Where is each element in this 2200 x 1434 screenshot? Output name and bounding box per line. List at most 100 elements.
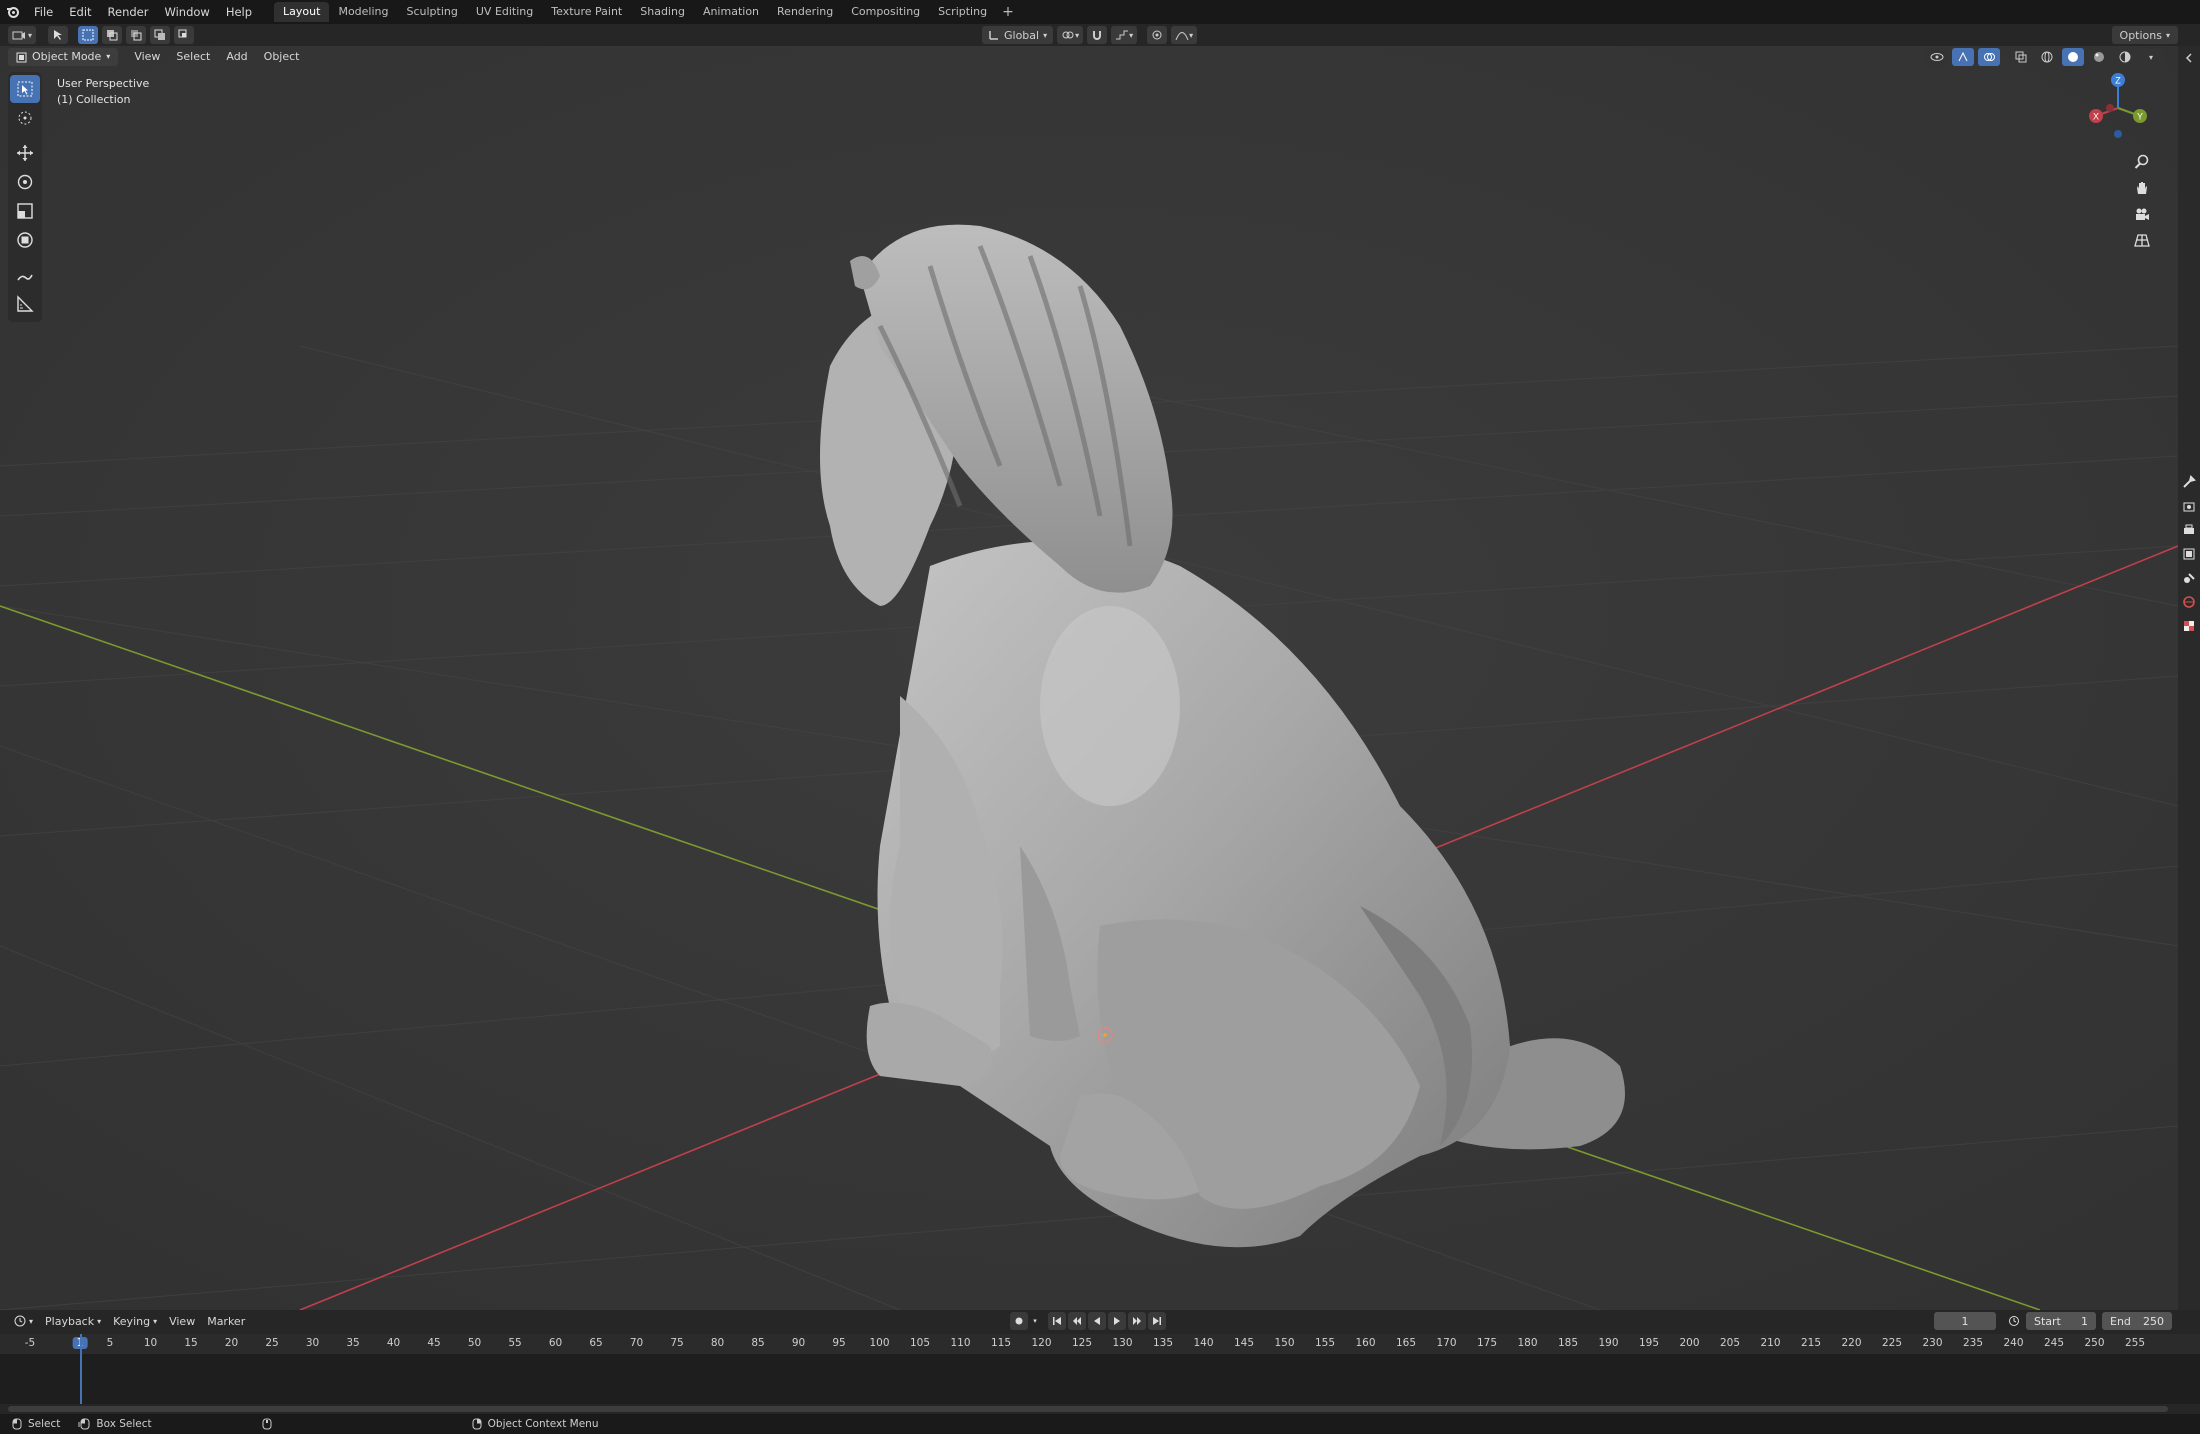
- menu-file[interactable]: File: [26, 0, 61, 24]
- proportional-edit-toggle[interactable]: [1147, 26, 1168, 44]
- xray-icon: [2015, 51, 2027, 63]
- jump-to-end-button[interactable]: [1148, 1312, 1166, 1330]
- select-mode-subtract-button[interactable]: [126, 26, 147, 44]
- shading-wireframe-button[interactable]: [2036, 48, 2058, 66]
- current-frame-value: 1: [1961, 1314, 1969, 1328]
- status-context-menu-hint: Object Context Menu: [472, 1418, 599, 1430]
- blender-logo-icon[interactable]: [0, 0, 26, 24]
- preview-range-toggle[interactable]: [2008, 1314, 2020, 1329]
- tab-uv-editing[interactable]: UV Editing: [467, 2, 542, 22]
- viewport-menu-select[interactable]: Select: [168, 47, 218, 67]
- select-intersect-icon: [178, 29, 187, 38]
- visibility-dropdown[interactable]: [1926, 48, 1948, 66]
- add-workspace-button[interactable]: +: [996, 4, 1020, 20]
- select-box-tool[interactable]: [10, 75, 40, 103]
- tab-animation[interactable]: Animation: [694, 2, 768, 22]
- tab-output[interactable]: [2178, 518, 2200, 542]
- transform-orientation-dropdown[interactable]: Global ▾: [982, 26, 1054, 44]
- scale-tool[interactable]: [10, 197, 40, 225]
- perspective-toggle-button[interactable]: [2130, 228, 2154, 252]
- tab-scripting[interactable]: Scripting: [929, 2, 996, 22]
- tab-layout[interactable]: Layout: [274, 2, 330, 22]
- select-tool-button[interactable]: [48, 26, 69, 44]
- pivot-point-dropdown[interactable]: ▾: [1057, 26, 1084, 44]
- shading-options-dropdown[interactable]: ▾: [2140, 48, 2162, 66]
- timeline-tick-label: 250: [2084, 1337, 2105, 1349]
- tab-view-layer[interactable]: [2178, 542, 2200, 566]
- play-reverse-button[interactable]: [1088, 1312, 1106, 1330]
- timeline-track-area[interactable]: [0, 1334, 2200, 1404]
- select-mode-new-button[interactable]: [78, 26, 99, 44]
- zoom-button[interactable]: [2130, 150, 2154, 174]
- timeline-editor-type-dropdown[interactable]: ▾: [8, 1315, 39, 1327]
- tab-scene[interactable]: [2178, 566, 2200, 590]
- cursor-tool[interactable]: [10, 104, 40, 132]
- editor-type-dropdown[interactable]: ▾: [8, 26, 37, 44]
- tab-texture[interactable]: [2178, 614, 2200, 638]
- tab-texture-paint[interactable]: Texture Paint: [542, 2, 631, 22]
- menu-help[interactable]: Help: [218, 0, 260, 24]
- menu-edit[interactable]: Edit: [61, 0, 99, 24]
- select-mode-intersect-button[interactable]: [174, 26, 195, 44]
- timeline-view-menu[interactable]: View: [163, 1315, 201, 1328]
- tab-rendering[interactable]: Rendering: [768, 2, 842, 22]
- svg-text:Y: Y: [2137, 112, 2143, 122]
- keying-menu[interactable]: Keying ▾: [107, 1315, 163, 1328]
- play-button[interactable]: [1108, 1312, 1126, 1330]
- chevron-down-icon: ▾: [1075, 30, 1080, 40]
- menu-window[interactable]: Window: [156, 0, 217, 24]
- tab-shading[interactable]: Shading: [631, 2, 694, 22]
- shading-solid-button[interactable]: [2062, 48, 2084, 66]
- move-tool[interactable]: [10, 139, 40, 167]
- tab-compositing[interactable]: Compositing: [842, 2, 929, 22]
- current-frame-field[interactable]: 1: [1934, 1312, 1996, 1330]
- shading-material-button[interactable]: [2088, 48, 2110, 66]
- viewport-menu-object[interactable]: Object: [256, 47, 308, 67]
- jump-to-keyframe-forward-button[interactable]: [1128, 1312, 1146, 1330]
- select-mode-invert-button[interactable]: [150, 26, 171, 44]
- tab-active-tool[interactable]: [2178, 470, 2200, 494]
- camera-view-button[interactable]: [2130, 202, 2154, 226]
- auto-keying-toggle[interactable]: [1010, 1312, 1028, 1330]
- keying-set-dropdown[interactable]: ▾: [1030, 1312, 1040, 1330]
- transform-tool[interactable]: [10, 226, 40, 254]
- jump-to-keyframe-back-button[interactable]: [1068, 1312, 1086, 1330]
- pan-button[interactable]: [2130, 176, 2154, 200]
- viewport-menu-add[interactable]: Add: [218, 47, 255, 67]
- end-frame-field[interactable]: End 250: [2102, 1312, 2172, 1330]
- viewport-menu-view[interactable]: View: [126, 47, 168, 67]
- options-dropdown[interactable]: Options ▾: [2111, 26, 2178, 44]
- tab-render[interactable]: [2178, 494, 2200, 518]
- playhead[interactable]: [80, 1334, 82, 1404]
- timeline-ruler[interactable]: -515101520253035404550556065707580859095…: [0, 1334, 2200, 1354]
- snap-toggle[interactable]: [1087, 26, 1108, 44]
- gizmo-toggle[interactable]: [1952, 48, 1974, 66]
- marker-menu[interactable]: Marker: [201, 1315, 251, 1328]
- tab-world[interactable]: [2178, 590, 2200, 614]
- start-frame-field[interactable]: Start 1: [2026, 1312, 2096, 1330]
- timeline-tick-label: 130: [1112, 1337, 1133, 1349]
- play-icon: [1114, 1317, 1120, 1325]
- hand-icon: [2137, 182, 2147, 194]
- jump-to-start-button[interactable]: [1048, 1312, 1066, 1330]
- jump-start-icon: [1053, 1317, 1061, 1325]
- snap-target-dropdown[interactable]: ▾: [1111, 26, 1138, 44]
- measure-tool[interactable]: [10, 290, 40, 318]
- timeline-scrollbar[interactable]: [8, 1406, 2168, 1412]
- tab-sculpting[interactable]: Sculpting: [398, 2, 467, 22]
- chevron-down-icon: ▾: [1033, 1317, 1037, 1325]
- rotate-tool[interactable]: [10, 168, 40, 196]
- xray-toggle[interactable]: [2010, 48, 2032, 66]
- menu-render[interactable]: Render: [100, 0, 157, 24]
- overlays-toggle[interactable]: [1978, 48, 2000, 66]
- mode-dropdown[interactable]: Object Mode ▾: [8, 48, 119, 66]
- shading-rendered-button[interactable]: [2114, 48, 2136, 66]
- tab-modeling[interactable]: Modeling: [329, 2, 397, 22]
- select-mode-extend-button[interactable]: [102, 26, 123, 44]
- sidebar-toggle[interactable]: [2178, 46, 2200, 70]
- 3d-viewport[interactable]: Object Mode ▾ View Select Add Object ▾ U…: [0, 46, 2178, 1310]
- proportional-falloff-dropdown[interactable]: ▾: [1171, 26, 1198, 44]
- annotate-tool[interactable]: [10, 261, 40, 289]
- navigation-gizmo[interactable]: Z Y X: [2082, 70, 2154, 142]
- playback-menu[interactable]: Playback ▾: [39, 1315, 107, 1328]
